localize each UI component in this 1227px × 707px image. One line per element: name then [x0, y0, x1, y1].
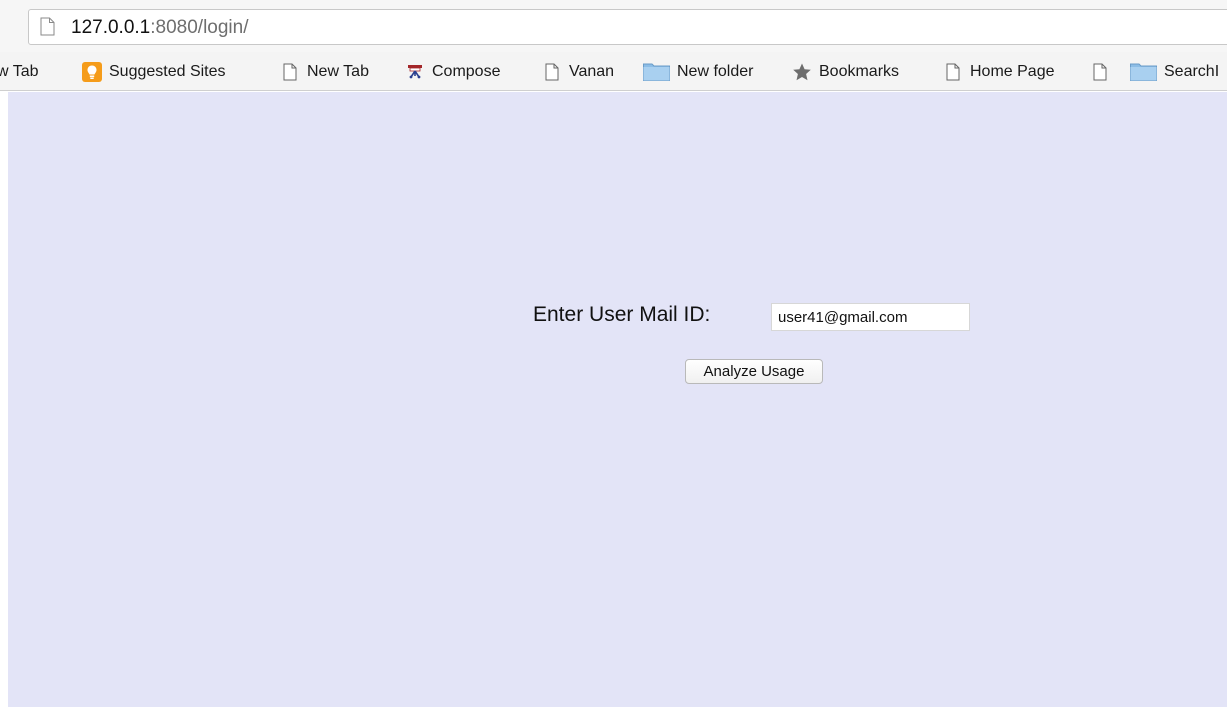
bookmark-compose[interactable]: Compose: [405, 52, 501, 90]
bookmark-label: Home Page: [970, 62, 1055, 80]
bookmark-label: Bookmarks: [819, 62, 900, 80]
folder-icon: [643, 62, 670, 82]
bookmark-label: Vanan: [569, 62, 615, 80]
analyze-usage-button[interactable]: Analyze Usage: [685, 359, 823, 384]
browser-window: 127.0.0.1:8080/login/ w Tab Suggested Si…: [0, 0, 1227, 707]
bookmark-label: SearchI: [1164, 62, 1220, 80]
folder-icon: [1130, 62, 1157, 82]
page-icon: [542, 62, 562, 82]
bookmark-label: Suggested Sites: [109, 62, 226, 80]
bookmark-search-folder[interactable]: SearchI: [1130, 52, 1220, 90]
page-icon: [280, 62, 300, 82]
bookmark-label: Compose: [432, 62, 501, 80]
bookmark-label: New folder: [677, 62, 754, 80]
bookmarks-bar: w Tab Suggested Sites New Tab Compose Va…: [0, 52, 1227, 91]
bookmark-bookmarks[interactable]: Bookmarks: [792, 52, 900, 90]
url-host: 127.0.0.1: [71, 17, 151, 38]
url-path: :8080/login/: [150, 17, 249, 38]
bookmark-suggested-sites[interactable]: Suggested Sites: [82, 52, 226, 90]
email-label: Enter User Mail ID:: [533, 303, 711, 326]
email-input[interactable]: [771, 303, 970, 331]
bookmark-new-tab[interactable]: New Tab: [280, 52, 369, 90]
page-icon: [943, 62, 963, 82]
page-icon: [1090, 62, 1110, 82]
suggested-sites-icon: [82, 61, 102, 82]
star-icon: [792, 62, 812, 82]
bookmark-vanan[interactable]: Vanan: [542, 52, 615, 90]
bookmark-new-folder[interactable]: New folder: [643, 52, 754, 90]
address-bar-row: 127.0.0.1:8080/login/: [0, 0, 1227, 52]
page-icon: [40, 17, 55, 36]
bookmark-home-page[interactable]: Home Page: [943, 52, 1055, 90]
compose-icon: [405, 62, 425, 82]
bookmark-label: w Tab: [0, 62, 39, 80]
bookmark-untitled[interactable]: [1090, 52, 1117, 90]
url-text[interactable]: 127.0.0.1:8080/login/: [71, 17, 249, 39]
page-content: Enter User Mail ID: Analyze Usage: [8, 92, 1227, 707]
bookmark-new-tab-partial[interactable]: w Tab: [0, 52, 39, 90]
address-bar[interactable]: 127.0.0.1:8080/login/: [28, 9, 1227, 45]
bookmark-label: New Tab: [307, 62, 369, 80]
